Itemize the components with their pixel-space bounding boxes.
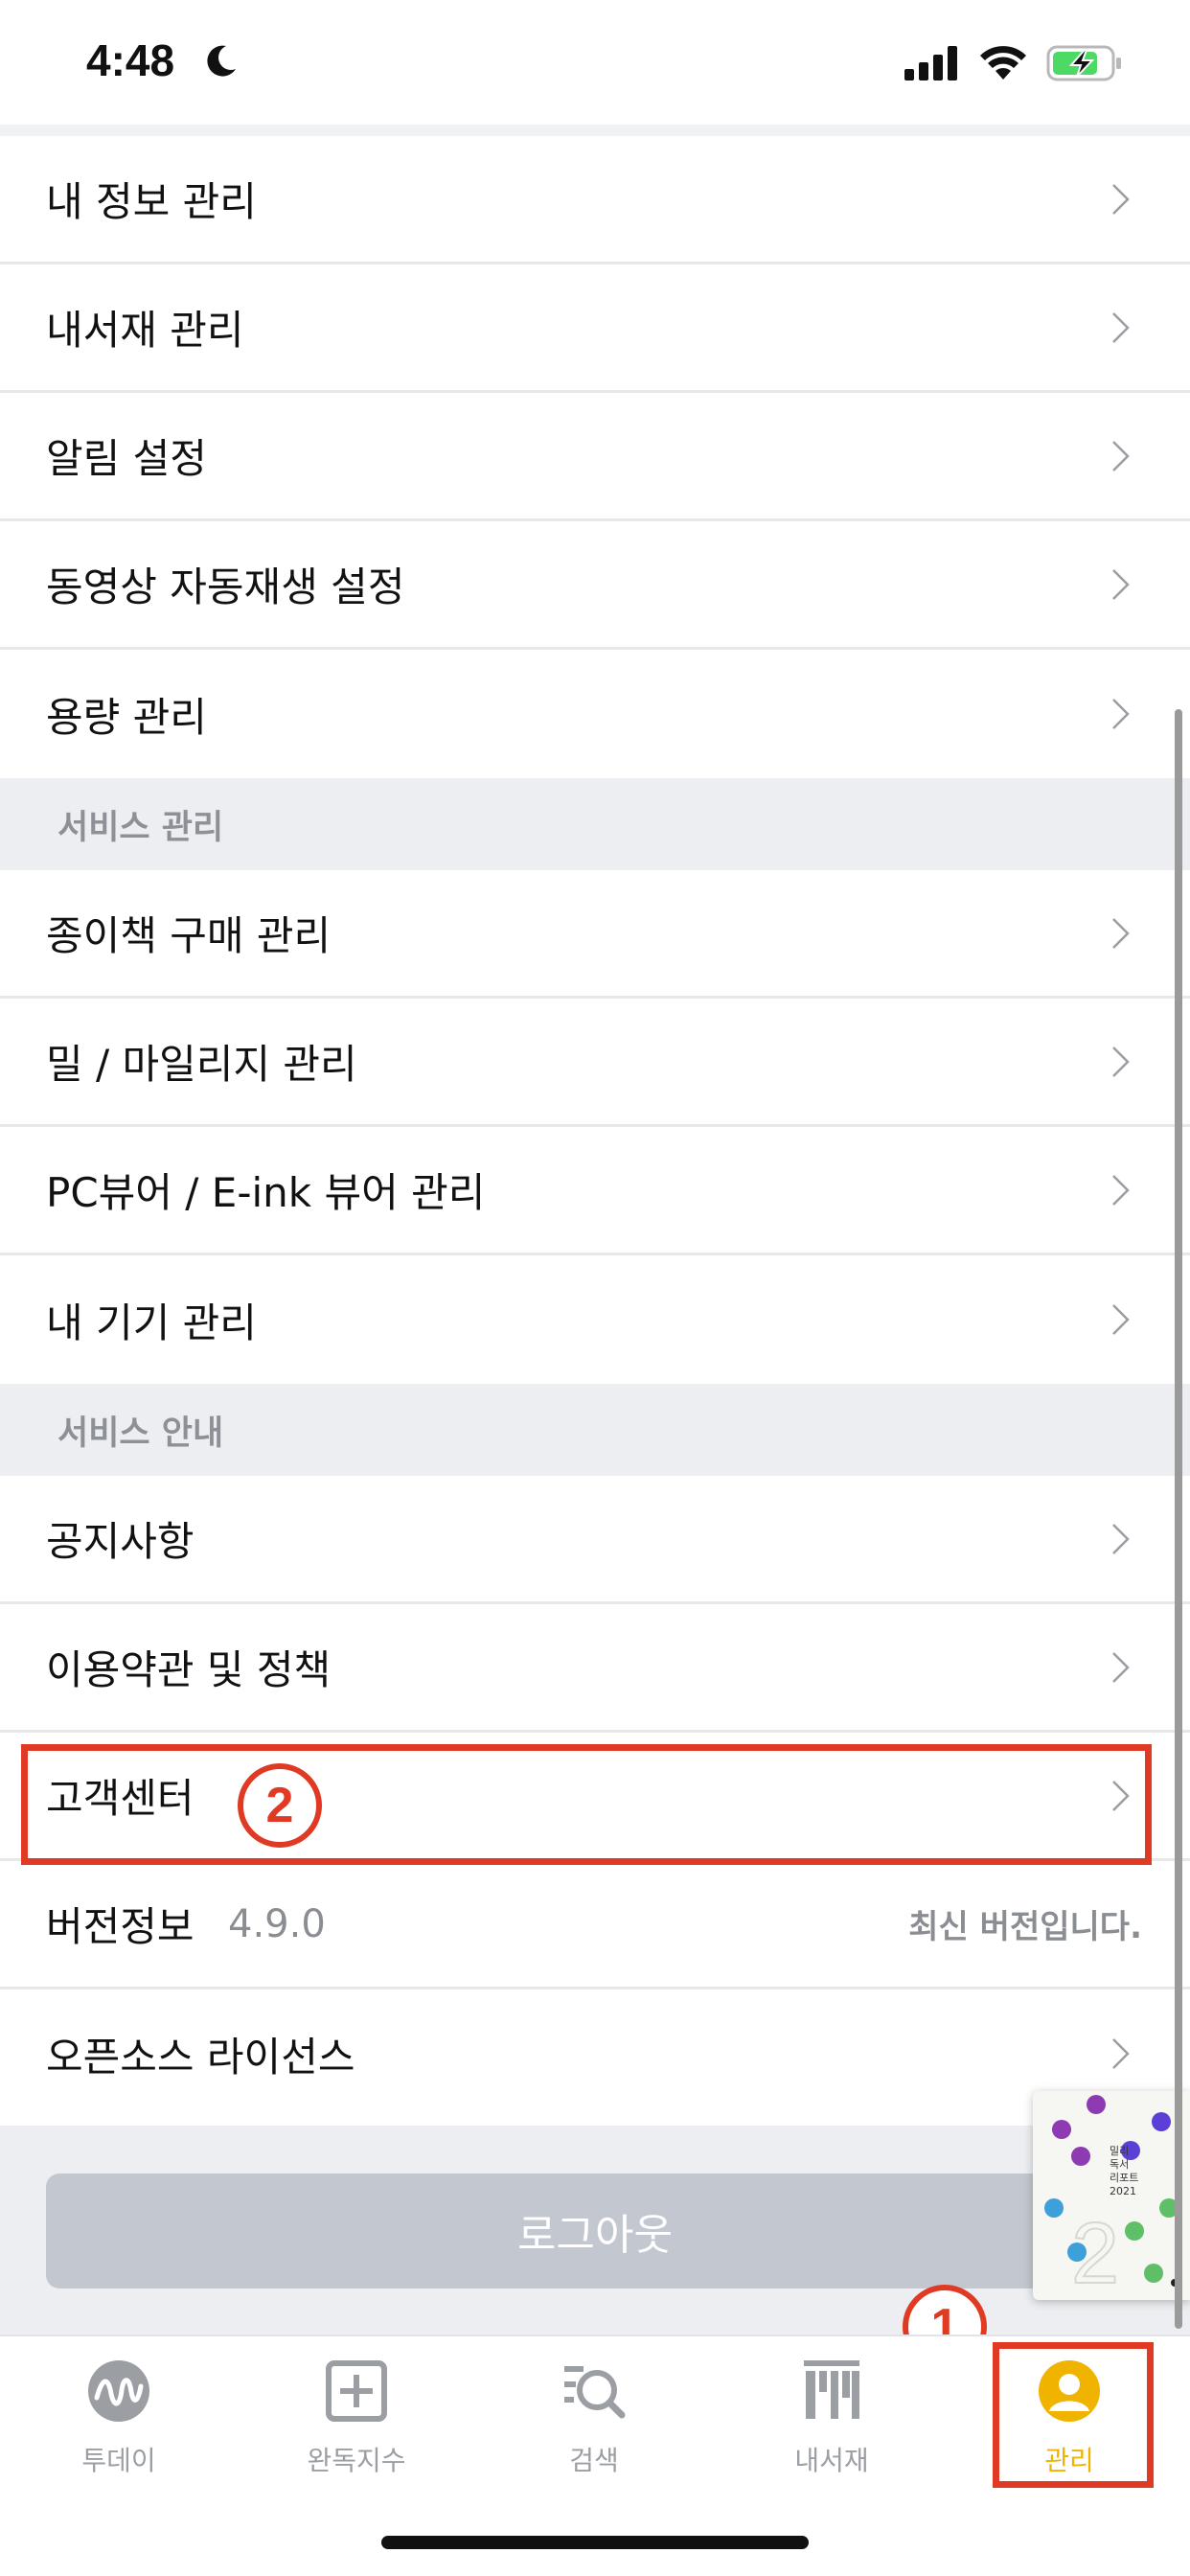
scrollbar[interactable] (1175, 709, 1182, 2329)
version-number: 4.9.0 (228, 1901, 326, 1946)
report-text: 밀리 독서 리포트 2021 (1110, 2145, 1139, 2197)
today-wave-icon (88, 2360, 149, 2422)
battery-charging-icon (1046, 45, 1121, 81)
menu-notice[interactable]: 공지사항 (0, 1476, 1190, 1604)
chevron-right-icon (1112, 183, 1130, 215)
menu-label: 내 기기 관리 (46, 1299, 257, 1346)
bookshelf-icon (804, 2360, 859, 2419)
menu-customer-center[interactable]: 고객센터 (0, 1733, 1190, 1861)
menu-storage[interactable]: 용량 관리 (0, 650, 1190, 778)
section-service-manage: 서비스 관리 (0, 778, 1190, 870)
menu-viewer[interactable]: PC뷰어 / E-ink 뷰어 관리 (0, 1127, 1190, 1255)
tab-label: 내서재 (794, 2445, 869, 2476)
menu-label: 이용약관 및 정책 (46, 1646, 332, 1693)
top-separator (0, 125, 1190, 136)
menu-label: 공지사항 (46, 1518, 195, 1565)
chevron-right-icon (1112, 1046, 1130, 1077)
menu-label: 내 정보 관리 (46, 178, 257, 225)
tab-label: 투데이 (81, 2445, 156, 2476)
menu-label: 오픈소스 라이선스 (46, 2033, 355, 2081)
version-info-row: 버전정보 4.9.0 최신 버전입니다. (0, 1861, 1190, 1990)
menu-open-source[interactable]: 오픈소스 라이선스 (0, 1990, 1190, 2118)
menu-video-autoplay[interactable]: 동영상 자동재생 설정 (0, 521, 1190, 650)
version-label: 버전정보 (46, 1903, 195, 1950)
step-2-badge: 2 (238, 1763, 322, 1848)
section-service-info: 서비스 안내 (0, 1384, 1190, 1476)
chevron-right-icon (1112, 1523, 1130, 1554)
menu-label: 알림 설정 (46, 435, 207, 482)
menu-label: 용량 관리 (46, 693, 207, 741)
menu-my-info[interactable]: 내 정보 관리 (0, 136, 1190, 264)
reading-report-banner[interactable]: 2 밀리 독서 리포트 2021 (1033, 2091, 1190, 2300)
tab-today[interactable]: 투데이 (0, 2336, 238, 2499)
tab-label: 관리 (1044, 2445, 1094, 2476)
tab-label: 완독지수 (307, 2445, 406, 2476)
section-title: 서비스 관리 (57, 808, 224, 847)
wifi-icon (980, 46, 1026, 80)
search-list-icon (564, 2366, 626, 2419)
logout-button[interactable]: 로그아웃 (46, 2174, 1144, 2288)
menu-library[interactable]: 내서재 관리 (0, 264, 1190, 393)
chevron-right-icon (1112, 1651, 1130, 1683)
menu-label: 고객센터 (46, 1775, 195, 1822)
menu-terms[interactable]: 이용약관 및 정책 (0, 1604, 1190, 1733)
signal-icon (904, 46, 957, 80)
chevron-right-icon (1112, 568, 1130, 600)
tab-library[interactable]: 내서재 (713, 2336, 950, 2499)
status-bar: 4:48 (0, 0, 1190, 125)
menu-notifications[interactable]: 알림 설정 (0, 393, 1190, 521)
chevron-right-icon (1112, 311, 1130, 343)
menu-paper-books[interactable]: 종이책 구매 관리 (0, 870, 1190, 999)
plus-square-icon (326, 2360, 387, 2422)
menu-devices[interactable]: 내 기기 관리 (0, 1255, 1190, 1384)
tab-label: 검색 (569, 2445, 619, 2476)
menu-label: PC뷰어 / E-ink 뷰어 관리 (46, 1169, 486, 1216)
menu-label: 밀 / 마일리지 관리 (46, 1041, 357, 1088)
chevron-right-icon (1112, 1174, 1130, 1206)
status-icons (904, 44, 1123, 82)
chevron-right-icon (1112, 1780, 1130, 1811)
menu-mileage[interactable]: 밀 / 마일리지 관리 (0, 999, 1190, 1127)
chevron-right-icon (1112, 699, 1130, 729)
section-title: 서비스 안내 (57, 1414, 224, 1453)
profile-icon (1039, 2360, 1100, 2422)
tab-completion-index[interactable]: 완독지수 (238, 2336, 475, 2499)
moon-icon (207, 45, 236, 77)
tab-manage[interactable]: 관리 (950, 2336, 1188, 2499)
settings-list: 내 정보 관리 내서재 관리 알림 설정 동영상 자동재생 설정 용량 관리 서… (0, 136, 1190, 2118)
tab-search[interactable]: 검색 (475, 2336, 713, 2499)
chevron-right-icon (1112, 440, 1130, 472)
chevron-right-icon (1112, 2038, 1130, 2069)
chevron-right-icon (1112, 1304, 1130, 1335)
menu-label: 내서재 관리 (46, 307, 244, 354)
chevron-right-icon (1112, 917, 1130, 949)
status-time: 4:48 (86, 35, 175, 85)
version-status: 최신 버전입니다. (908, 1908, 1142, 1946)
menu-label: 동영상 자동재생 설정 (46, 564, 405, 610)
menu-label: 종이책 구매 관리 (46, 912, 332, 959)
svg-text:2: 2 (1071, 2206, 1119, 2300)
home-indicator[interactable] (381, 2536, 809, 2549)
